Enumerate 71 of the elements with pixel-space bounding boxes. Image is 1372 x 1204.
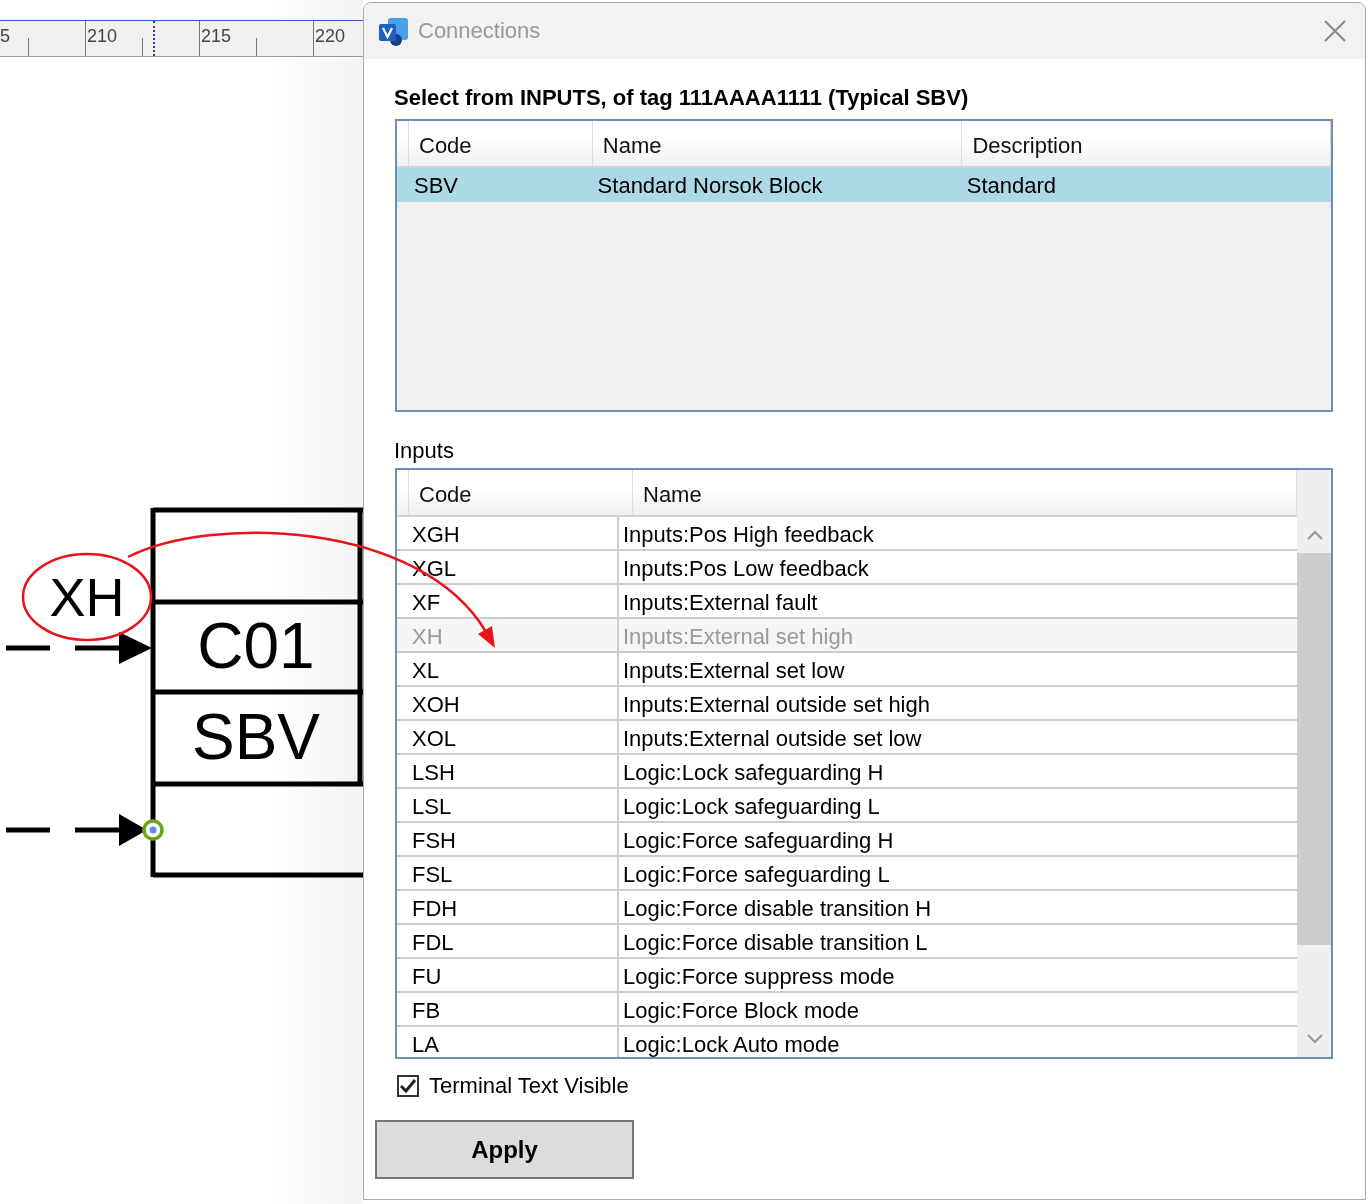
table-row[interactable]: XL Inputs:External set low — [397, 653, 1297, 687]
ruler-label: 215 — [201, 26, 232, 47]
checkbox-label: Terminal Text Visible — [429, 1073, 629, 1099]
scroll-down-icon[interactable] — [1307, 1034, 1323, 1044]
ruler-label: 5 — [0, 26, 10, 47]
window-title: Connections — [418, 18, 542, 44]
table-cell-text: Inputs:External outside set low — [622, 725, 923, 753]
table-cell: FU — [397, 959, 619, 991]
table-cell-text: Logic:Lock safeguarding L — [622, 793, 881, 821]
table-cell-text: Inputs:External outside set high — [622, 691, 931, 719]
table-cell: XOL — [397, 721, 619, 753]
table-row[interactable]: FSL Logic:Force safeguarding L — [397, 857, 1297, 891]
table-cell-text: Logic:Force disable transition H — [622, 895, 933, 923]
table-cell-text: Logic:Lock Auto mode — [622, 1031, 841, 1057]
table-row[interactable]: FDL Logic:Force disable transition L — [397, 925, 1297, 959]
table-row[interactable]: XOH Inputs:External outside set high — [397, 687, 1297, 721]
table-cell-text: Logic:Force disable transition L — [622, 929, 929, 957]
ruler-label: 210 — [87, 26, 118, 47]
table-cell: FB — [397, 993, 619, 1025]
table-cell-text: Inputs:External set low — [622, 657, 846, 685]
table-cell-text: Standard — [965, 172, 1058, 200]
table-cell: LSH — [397, 755, 619, 787]
table-row[interactable]: XOL Inputs:External outside set low — [397, 721, 1297, 755]
table-cell-text: Standard Norsok Block — [596, 172, 824, 200]
table-cell-text: Logic:Force suppress mode — [622, 963, 896, 991]
table-row[interactable]: FU Logic:Force suppress mode — [397, 959, 1297, 993]
scrollbar[interactable] — [1297, 470, 1331, 1057]
app-icon — [378, 16, 410, 46]
table-row[interactable]: XF Inputs:External fault — [397, 585, 1297, 619]
column-header[interactable]: Code — [409, 470, 633, 515]
table-row[interactable]: XGL Inputs:Pos Low feedback — [397, 551, 1297, 585]
table-cell-text: Logic:Force safeguarding H — [622, 827, 895, 855]
table-row[interactable]: SBV Standard Norsok Block Standard — [397, 168, 1331, 202]
table-cell-text: Inputs:Pos Low feedback — [622, 555, 870, 583]
table-cell-text: SBV — [413, 172, 460, 200]
table-cell-text: Inputs:Pos High feedback — [622, 521, 875, 549]
scrollbar-thumb[interactable] — [1297, 553, 1331, 945]
table-cell-text: Logic:Force Block mode — [622, 997, 860, 1025]
apply-button[interactable]: Apply — [375, 1120, 634, 1179]
table-cell: XOH — [397, 687, 619, 719]
checkbox[interactable] — [397, 1075, 419, 1097]
table-cell: XGH — [397, 517, 619, 549]
table-cell: LSL — [397, 789, 619, 821]
table-row[interactable]: FB Logic:Force Block mode — [397, 993, 1297, 1027]
table-row[interactable]: LSH Logic:Lock safeguarding H — [397, 755, 1297, 789]
column-header[interactable]: Code — [409, 121, 593, 166]
terminal-label: XH — [49, 567, 125, 627]
table-cell: LA — [397, 1027, 619, 1057]
table-row[interactable]: XGH Inputs:Pos High feedback — [397, 517, 1297, 551]
table-cell-text: Logic:Lock safeguarding H — [622, 759, 885, 787]
table-cell-text: Inputs:External fault — [622, 589, 819, 617]
table-cell: XL — [397, 653, 619, 685]
section-label: Inputs — [394, 438, 455, 464]
table-cell-text: Inputs:External set high — [622, 623, 854, 651]
table-cell: FDH — [397, 891, 619, 923]
table-row[interactable]: LSL Logic:Lock safeguarding L — [397, 789, 1297, 823]
table-cell: XGL — [397, 551, 619, 583]
table-row[interactable]: FDH Logic:Force disable transition H — [397, 891, 1297, 925]
table-cell: FSH — [397, 823, 619, 855]
column-header[interactable]: Name — [592, 121, 963, 166]
table-cell: FSL — [397, 857, 619, 889]
table-row[interactable]: FSH Logic:Force safeguarding H — [397, 823, 1297, 857]
connection-point — [142, 819, 164, 841]
table-cell: FDL — [397, 925, 619, 957]
table-cell-text: Logic:Force safeguarding L — [622, 861, 891, 889]
block-label: SBV — [191, 701, 321, 773]
table-cell: XF — [397, 585, 619, 617]
ruler-label: 220 — [315, 26, 346, 47]
scroll-up-icon[interactable] — [1307, 530, 1323, 540]
column-header[interactable]: Description — [962, 121, 1331, 166]
block-label: C01 — [197, 610, 315, 682]
